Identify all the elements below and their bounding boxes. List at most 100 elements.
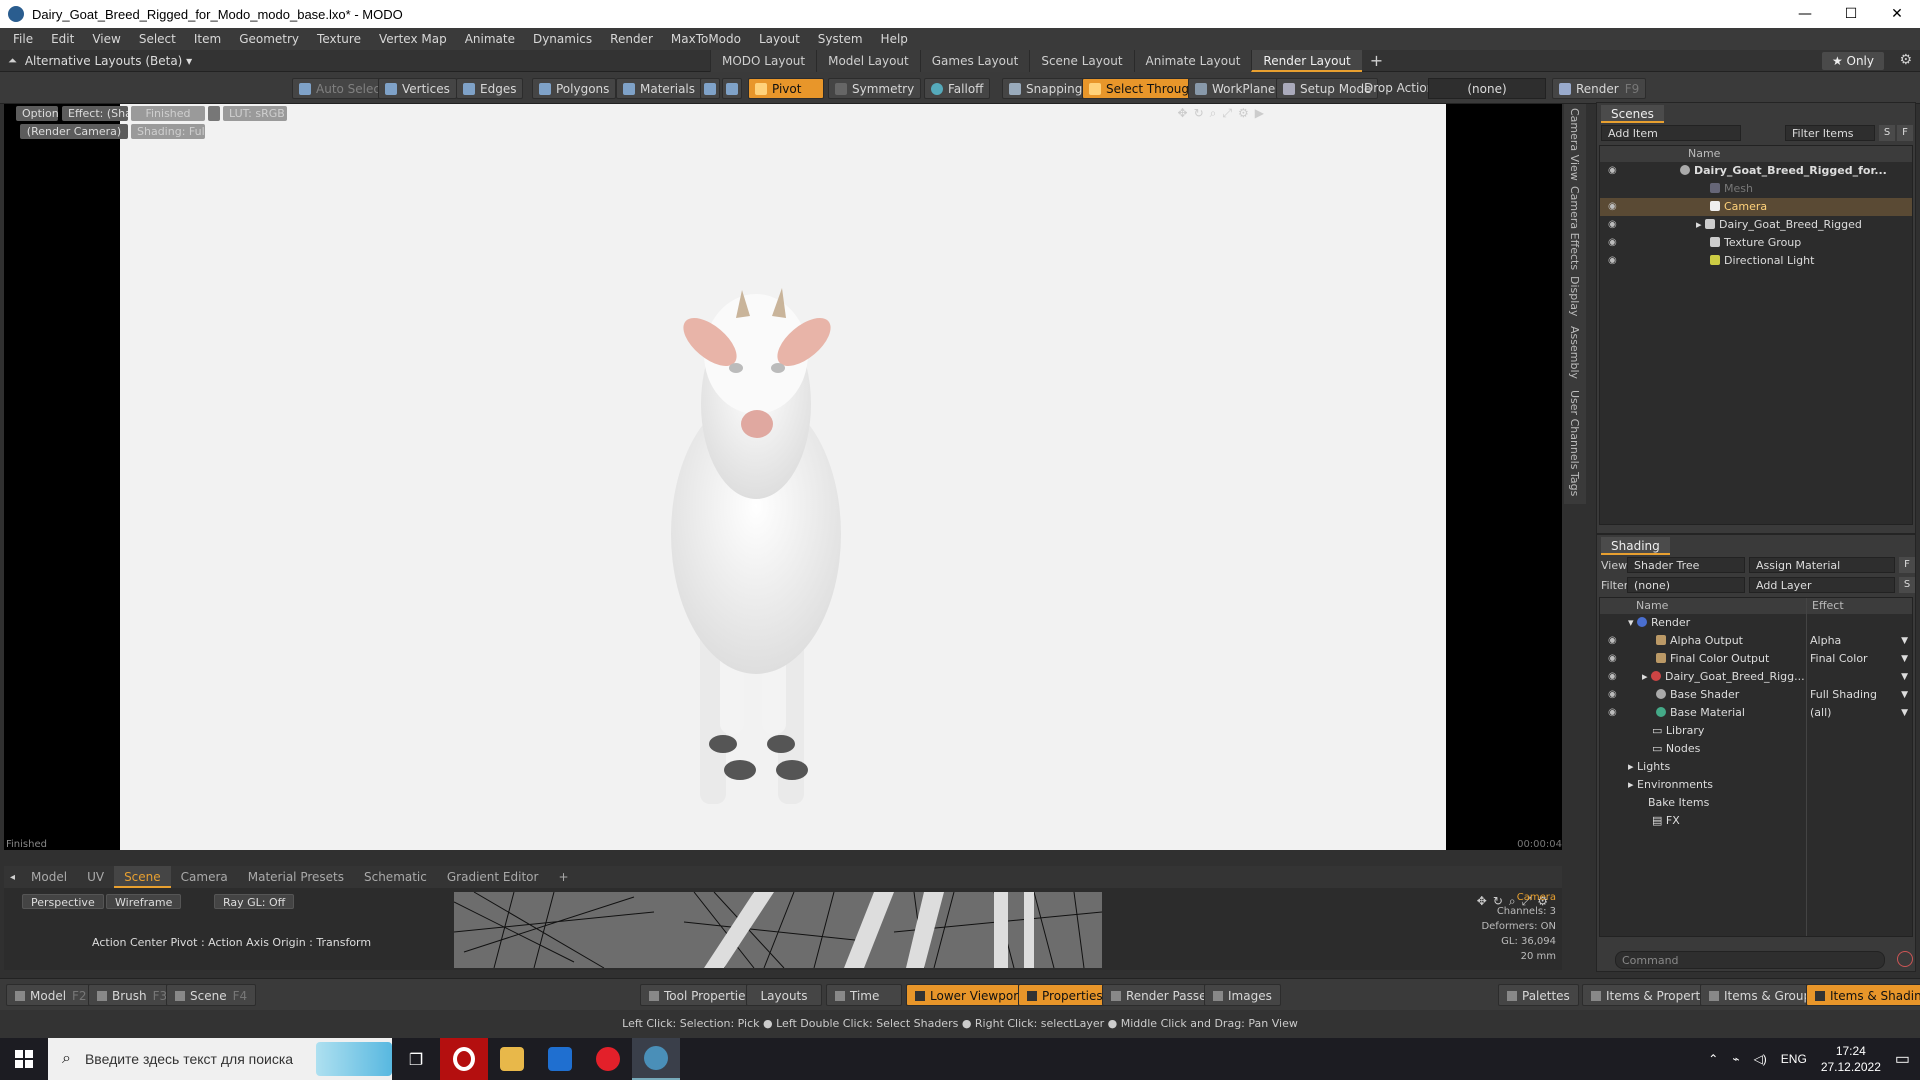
volume-icon[interactable]: ◁) <box>1754 1052 1767 1066</box>
menu-file[interactable]: File <box>4 32 42 46</box>
only-button[interactable]: ★ Only <box>1821 52 1884 70</box>
tab-scene-layout[interactable]: Scene Layout <box>1029 50 1134 72</box>
perspective-dropdown[interactable]: Perspective <box>22 894 104 909</box>
add-item-dropdown[interactable]: Add Item <box>1601 125 1741 141</box>
maximize-icon[interactable]: ⤢ <box>1222 106 1232 121</box>
render-button[interactable]: Render F9 <box>1552 78 1647 99</box>
menu-maxtomodo[interactable]: MaxToModo <box>662 32 750 46</box>
task-view-button[interactable]: ❐ <box>392 1038 440 1080</box>
play-icon[interactable]: ▶ <box>1255 106 1264 121</box>
zoom-icon[interactable]: ⌕ <box>1210 106 1217 121</box>
vertices-button[interactable]: Vertices <box>378 78 457 99</box>
eye-icon[interactable]: ◉ <box>1608 650 1617 668</box>
item-mode-button[interactable] <box>722 78 742 99</box>
component-mode-button[interactable] <box>700 78 720 99</box>
items-shading-button[interactable]: Items & Shading <box>1806 984 1920 1006</box>
menu-view[interactable]: View <box>83 32 129 46</box>
record-icon[interactable] <box>1897 951 1913 967</box>
tab-scenes[interactable]: Scenes <box>1601 105 1664 123</box>
yandex-browser-app[interactable] <box>584 1038 632 1080</box>
tab-model-layout[interactable]: Model Layout <box>816 50 920 72</box>
materials-button[interactable]: Materials <box>616 78 703 99</box>
list-item[interactable]: ▭ Nodes <box>1600 740 1912 758</box>
list-item[interactable]: ◉ Alpha Output Alpha ▼ <box>1600 632 1912 650</box>
list-item[interactable]: ▸ Environments <box>1600 776 1912 794</box>
shading-s-button[interactable]: S <box>1899 577 1915 593</box>
eye-icon[interactable]: ◉ <box>1608 216 1617 234</box>
maximize-button[interactable]: ☐ <box>1828 0 1874 28</box>
eye-icon[interactable]: ◉ <box>1608 632 1617 650</box>
workplane-button[interactable]: WorkPlane <box>1188 78 1283 99</box>
model-mode-button[interactable]: Model F2 <box>6 984 96 1006</box>
pivot-button[interactable]: Pivot <box>748 78 824 99</box>
menu-animate[interactable]: Animate <box>456 32 524 46</box>
list-item[interactable]: ◉ Dairy_Goat_Breed_Rigged_for... <box>1600 162 1912 180</box>
dropdown-arrow-icon[interactable]: ▼ <box>1901 668 1908 686</box>
layouts-button[interactable]: Layouts <box>746 984 822 1006</box>
pan-icon[interactable]: ✥ <box>1178 106 1188 121</box>
tab-shading[interactable]: Shading <box>1601 537 1670 555</box>
scenes-s-button[interactable]: S <box>1879 125 1895 141</box>
pan-icon[interactable]: ✥ <box>1477 894 1487 909</box>
dropdown-arrow-icon[interactable]: ▼ <box>1901 686 1908 704</box>
store-app[interactable] <box>536 1038 584 1080</box>
wireframe-dropdown[interactable]: Wireframe <box>106 894 182 909</box>
viewport-options-button[interactable]: Options <box>16 106 58 121</box>
dropdown-arrow-icon[interactable]: ▼ <box>1901 632 1908 650</box>
eye-icon[interactable]: ◉ <box>1608 162 1617 180</box>
render-preview[interactable] <box>120 104 1446 850</box>
list-item[interactable]: ◉ ▸ Dairy_Goat_Breed_Rigg... ▼ <box>1600 668 1912 686</box>
eye-icon[interactable]: ◉ <box>1608 704 1617 722</box>
tray-chevron-icon[interactable]: ⌃ <box>1708 1052 1718 1066</box>
render-camera-dropdown[interactable]: (Render Camera) <box>20 124 128 139</box>
tab-assembly[interactable]: Assembly <box>1568 326 1581 379</box>
list-item[interactable]: ◉ Base Shader Full Shading ▼ <box>1600 686 1912 704</box>
eye-icon[interactable]: ◉ <box>1608 234 1617 252</box>
tab-scene[interactable]: Scene <box>114 866 171 888</box>
command-input[interactable]: Command <box>1615 951 1885 969</box>
eye-icon[interactable]: ◉ <box>1608 198 1617 216</box>
menu-render[interactable]: Render <box>601 32 662 46</box>
lut-dropdown[interactable]: LUT: sRGB <box>223 106 287 121</box>
network-icon[interactable]: ⌁ <box>1732 1052 1739 1066</box>
list-item[interactable]: ◉ Texture Group <box>1600 234 1912 252</box>
tab-schematic[interactable]: Schematic <box>354 866 437 888</box>
filter-items-input[interactable]: Filter Items <box>1785 125 1875 141</box>
shading-f-button[interactable]: F <box>1899 557 1915 573</box>
list-item[interactable]: Bake Items <box>1600 794 1912 812</box>
tab-camera[interactable]: Camera <box>171 866 238 888</box>
list-item[interactable]: ◉ Directional Light <box>1600 252 1912 270</box>
add-tab-button[interactable]: + <box>548 866 578 888</box>
list-item[interactable]: ◉ ▸ Dairy_Goat_Breed_Rigged <box>1600 216 1912 234</box>
minimize-button[interactable]: — <box>1782 0 1828 28</box>
shader-tree-dropdown[interactable]: Shader Tree <box>1627 557 1745 573</box>
add-layout-button[interactable]: + <box>1362 50 1391 72</box>
dropdown-arrow-icon[interactable]: ▼ <box>1901 650 1908 668</box>
menu-dynamics[interactable]: Dynamics <box>524 32 601 46</box>
menu-geometry[interactable]: Geometry <box>230 32 308 46</box>
menu-select[interactable]: Select <box>130 32 185 46</box>
modo-taskbar-app[interactable] <box>632 1038 680 1080</box>
tab-animate-layout[interactable]: Animate Layout <box>1133 50 1252 72</box>
tab-tags[interactable]: Tags <box>1568 472 1581 496</box>
list-item[interactable]: ▸ Lights <box>1600 758 1912 776</box>
file-explorer-app[interactable] <box>488 1038 536 1080</box>
auto-select-button[interactable]: Auto Select <box>292 78 392 99</box>
tab-camera-view[interactable]: Camera View <box>1568 108 1581 181</box>
list-item[interactable]: ◉ Base Material (all) ▼ <box>1600 704 1912 722</box>
images-button[interactable]: Images <box>1204 984 1281 1006</box>
taskbar-search[interactable]: ⌕ Введите здесь текст для поиска <box>48 1038 392 1080</box>
list-item[interactable]: ▭ Library <box>1600 722 1912 740</box>
tab-games-layout[interactable]: Games Layout <box>919 50 1030 72</box>
rotate-icon[interactable]: ↻ <box>1194 106 1204 121</box>
clock[interactable]: 17:24 27.12.2022 <box>1821 1043 1881 1075</box>
collapse-arrow-icon[interactable]: ⏶ <box>8 54 17 68</box>
menu-layout[interactable]: Layout <box>750 32 809 46</box>
lower-viewport[interactable]: Perspective Wireframe Ray GL: Off Action… <box>4 888 1562 970</box>
menu-system[interactable]: System <box>809 32 872 46</box>
list-item[interactable]: ▤ FX <box>1600 812 1912 830</box>
raygl-dropdown[interactable]: Ray GL: Off <box>214 894 295 909</box>
polygons-button[interactable]: Polygons <box>532 78 617 99</box>
filter-dropdown[interactable]: (none) <box>1627 577 1745 593</box>
symmetry-button[interactable]: Symmetry <box>828 78 922 99</box>
